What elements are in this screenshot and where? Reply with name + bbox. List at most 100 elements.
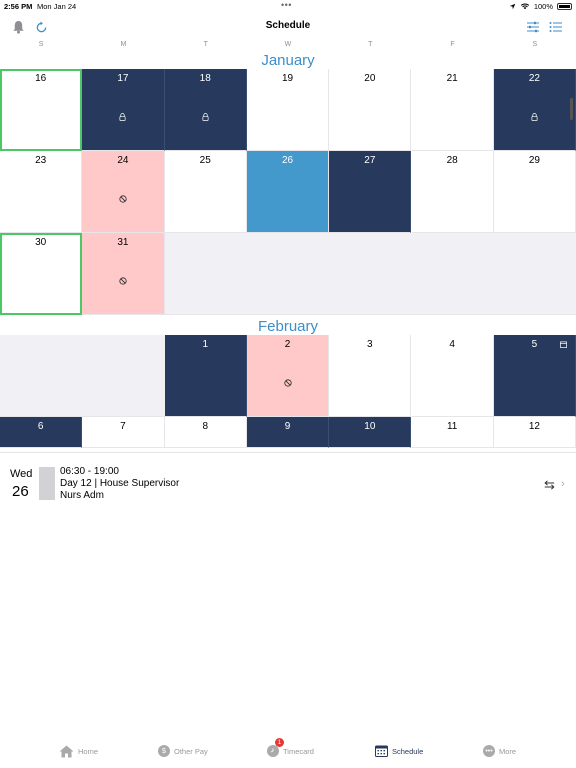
calendar-day[interactable]: 11 (411, 417, 494, 448)
calendar-day[interactable]: 6 (0, 417, 83, 448)
calendar-day[interactable]: 12 (493, 417, 576, 448)
shift-detail-row[interactable]: Wed 26 06:30 - 19:00 Day 12 | House Supe… (0, 452, 576, 508)
shift-unit: Nurs Adm (60, 490, 104, 501)
battery-icon (557, 3, 572, 10)
day-number: 12 (528, 421, 540, 432)
tab-more[interactable]: ••• More (483, 745, 516, 757)
day-number: 11 (446, 421, 458, 432)
detail-weekday: Wed (10, 468, 33, 480)
calendar-day[interactable]: 8 (164, 417, 247, 448)
calendar-day[interactable]: 20 (329, 69, 412, 151)
calendar-day[interactable]: 10 (329, 417, 412, 448)
day-number: 19 (281, 73, 294, 84)
multitask-dots-icon[interactable]: ••• (281, 0, 292, 10)
day-number: 20 (364, 73, 376, 84)
day-number: 17 (117, 73, 129, 84)
tab-other-pay[interactable]: $ Other Pay (158, 745, 208, 757)
lock-icon (119, 113, 126, 121)
day-number: 23 (35, 155, 47, 166)
month-label-february: February (257, 318, 319, 335)
shift-color-bar (39, 467, 55, 500)
scroll-indicator[interactable] (570, 98, 573, 120)
day-number: 25 (199, 155, 211, 166)
tab-label: Other Pay (174, 746, 208, 756)
swap-icon[interactable]: ⇆ (544, 477, 555, 493)
day-number: 30 (35, 237, 47, 248)
calendar-day[interactable]: 19 (246, 69, 330, 151)
month-label-january: January (261, 52, 315, 69)
tab-home[interactable]: Home (59, 745, 98, 758)
day-number: 27 (364, 155, 376, 166)
day-number: 3 (367, 339, 373, 350)
day-number: 26 (281, 155, 294, 166)
calendar-day[interactable]: 3 (329, 335, 412, 417)
calendar-day[interactable]: 22 (493, 69, 576, 151)
calendar-day[interactable]: 31 (82, 233, 165, 315)
shift-title: Day 12 | House Supervisor (60, 478, 180, 489)
calendar-day[interactable]: 21 (411, 69, 494, 151)
day-number: 7 (120, 421, 126, 432)
detail-day-number: 26 (12, 483, 29, 500)
home-icon (59, 745, 74, 758)
wifi-icon (520, 3, 530, 10)
shift-time-range: 06:30 - 19:00 (60, 466, 119, 477)
status-time: 2:56 PM (4, 2, 33, 11)
calendar-day[interactable]: 2 (246, 335, 330, 417)
more-dots-icon: ••• (483, 745, 495, 757)
status-date: Mon Jan 24 (37, 2, 77, 11)
tab-label: Home (78, 747, 99, 756)
list-view-icon[interactable] (547, 18, 565, 36)
calendar-day[interactable]: 23 (0, 151, 83, 233)
february-grid: 1 2 3 4 5 6 7 8 9 10 11 12 (0, 335, 576, 449)
calendar-day[interactable]: 24 (82, 151, 165, 233)
tab-label: More (499, 746, 517, 756)
empty-days (0, 335, 165, 417)
tab-label: Timecard (283, 746, 314, 756)
calendar-day[interactable]: 27 (329, 151, 412, 233)
calendar-day[interactable]: 7 (82, 417, 165, 448)
calendar-day[interactable]: 4 (411, 335, 494, 417)
day-number: 6 (37, 421, 44, 432)
lock-icon (531, 113, 538, 121)
nav-bar: Schedule (0, 13, 576, 41)
day-number: 9 (284, 421, 291, 432)
unavailable-icon (119, 277, 127, 285)
tab-bar: Home $ Other Pay 1 Timecard Schedule •••… (0, 738, 576, 768)
calendar-day-selected[interactable]: 26 (246, 151, 330, 233)
unavailable-icon (283, 379, 292, 387)
calendar-day[interactable]: 29 (493, 151, 576, 233)
dollar-icon: $ (158, 745, 170, 757)
tab-timecard[interactable]: 1 Timecard (267, 738, 314, 757)
calendar-event-icon (560, 341, 568, 348)
calendar-day[interactable]: 17 (82, 69, 165, 151)
day-number: 10 (364, 421, 376, 432)
clock-icon: 1 (267, 738, 284, 757)
day-number: 2 (284, 339, 291, 350)
calendar-day[interactable]: 28 (411, 151, 494, 233)
empty-days (164, 233, 576, 315)
day-number: 21 (446, 73, 458, 84)
calendar-day[interactable]: 30 (0, 233, 83, 315)
calendar-day[interactable]: 5 (493, 335, 576, 417)
calendar-day[interactable]: 1 (164, 335, 247, 417)
status-bar: 2:56 PM Mon Jan 24 ••• 100% (0, 0, 576, 13)
calendar-icon (375, 745, 388, 757)
day-number: 18 (199, 73, 211, 84)
chevron-right-icon[interactable]: › (561, 478, 565, 490)
status-right: 100% (509, 2, 572, 11)
battery-percent: 100% (533, 2, 553, 11)
calendar-day[interactable]: 25 (164, 151, 247, 233)
day-number: 28 (446, 155, 458, 166)
day-number: 24 (117, 155, 129, 166)
calendar-day[interactable]: 18 (164, 69, 247, 151)
day-number: 8 (202, 421, 209, 432)
tab-schedule[interactable]: Schedule (375, 745, 423, 757)
tab-label: Schedule (392, 746, 424, 756)
day-number: 29 (528, 155, 540, 166)
calendar-day[interactable]: 16 (0, 69, 83, 151)
location-arrow-icon (509, 3, 516, 10)
day-number: 4 (449, 339, 455, 350)
filter-sliders-icon[interactable] (524, 18, 542, 36)
day-number: 16 (35, 73, 47, 84)
calendar-day[interactable]: 9 (246, 417, 330, 448)
